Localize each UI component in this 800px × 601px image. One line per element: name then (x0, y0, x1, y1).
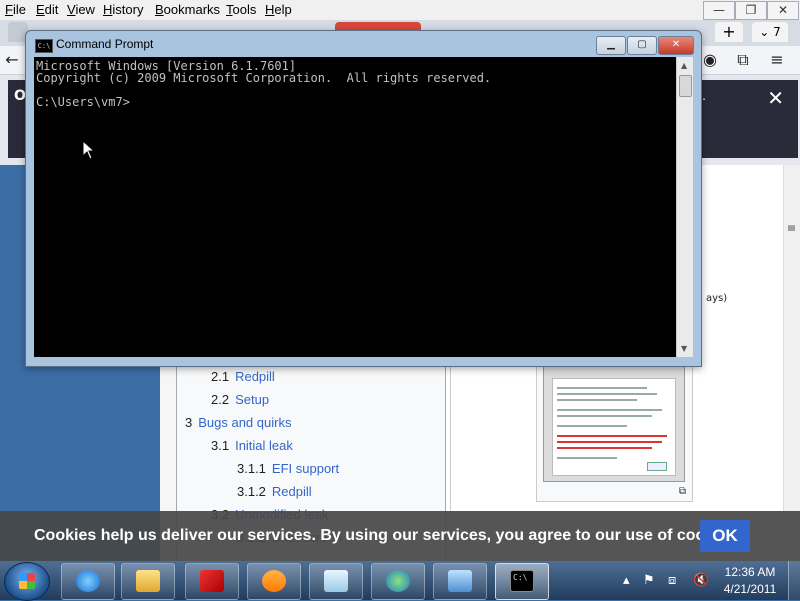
toc-number: 3.1.1 (237, 461, 266, 476)
maximize-icon: ▢ (637, 39, 647, 50)
toc-number: 3 (185, 415, 193, 430)
toc-item[interactable]: 3.1.1 EFI support (237, 461, 339, 476)
cookie-message: Cookies help us deliver our services. By… (34, 527, 741, 544)
scroll-thumb-icon[interactable]: ▤ (787, 223, 796, 233)
menu-bar: File Edit View History Bookmarks Tools H… (0, 0, 800, 21)
back-icon[interactable]: ← (2, 50, 22, 70)
volume-muted-icon[interactable]: 🔇 (693, 573, 709, 588)
figure-image[interactable] (543, 357, 685, 482)
clock-time[interactable]: 12:36 AM (720, 565, 780, 579)
console-scrollbar[interactable]: ▲ ▼ (676, 57, 693, 357)
toc-link[interactable]: Redpill (235, 369, 275, 384)
taskbar-notepad[interactable] (309, 563, 363, 600)
new-tab-button[interactable]: + (715, 22, 743, 42)
folder-icon (136, 570, 160, 592)
tray-expand-icon[interactable]: ▴ (623, 573, 630, 588)
media-app-icon (200, 570, 224, 592)
flag-icon[interactable]: ⚑ (643, 573, 655, 588)
media-player-icon (262, 570, 286, 592)
taskbar-file-explorer[interactable] (121, 563, 175, 600)
console-prompt: C:\Users\vm7> (36, 95, 130, 109)
taskbar-media-player[interactable] (247, 563, 301, 600)
menu-bookmarks[interactable]: Bookmarks (155, 2, 220, 17)
figure-ok-button (647, 462, 667, 471)
minimize-icon[interactable]: — (703, 1, 735, 20)
tab-count-button[interactable]: ⌄ 7 (752, 22, 788, 42)
cmd-app-icon[interactable]: C:\ (35, 39, 53, 53)
toc-item[interactable]: 3 Bugs and quirks (185, 415, 291, 430)
toc-link[interactable]: Redpill (272, 484, 312, 499)
taskbar-network[interactable] (371, 563, 425, 600)
toc-number: 3.1 (211, 438, 230, 453)
cmd-maximize-button[interactable]: ▢ (627, 36, 657, 55)
windows-logo-icon (19, 573, 35, 589)
screenshot-figure: ⧉ (536, 350, 693, 502)
close-icon[interactable]: ✕ (767, 1, 799, 20)
chevron-down-icon: ⌄ (759, 25, 770, 39)
menu-view[interactable]: View (67, 2, 95, 17)
toc-link[interactable]: Setup (235, 392, 269, 407)
cookie-ok-button[interactable]: OK (700, 520, 750, 552)
toc-number: 2.2 (211, 392, 230, 407)
scroll-thumb[interactable] (679, 75, 692, 97)
toc-link[interactable]: Initial leak (235, 438, 293, 453)
toc-number: 3.1.2 (237, 484, 266, 499)
notification-close-icon[interactable]: ✕ (767, 86, 784, 110)
globe-icon (386, 570, 410, 592)
figure-dialog-image (552, 378, 676, 476)
scroll-down-icon[interactable]: ▼ (681, 344, 687, 353)
internet-explorer-icon (76, 570, 100, 592)
toc-link[interactable]: EFI support (272, 461, 339, 476)
restore-icon[interactable]: ❐ (735, 1, 767, 20)
toc-item[interactable]: 3.1.2 Redpill (237, 484, 312, 499)
taskbar-internet-explorer[interactable] (61, 563, 115, 600)
command-prompt-window[interactable]: C:\ Command Prompt ▁ ▢ ✕ Microsoft Windo… (25, 30, 702, 367)
menu-file[interactable]: File (5, 2, 26, 17)
taskbar-command-prompt[interactable]: C:\ (495, 563, 549, 600)
cookie-banner: Cookies help us deliver our services. By… (0, 511, 800, 561)
window-title: Command Prompt (56, 37, 154, 51)
cmd-minimize-button[interactable]: ▁ (596, 36, 626, 55)
account-icon[interactable]: ◉ (700, 50, 720, 70)
taskbar-media-app[interactable] (185, 563, 239, 600)
extensions-icon[interactable]: ⧉ (733, 50, 753, 70)
start-button[interactable] (4, 562, 50, 601)
menu-icon[interactable]: ≡ (767, 50, 787, 70)
page-scrollbar[interactable]: ▤ (783, 165, 800, 561)
console-line: Copyright (c) 2009 Microsoft Corporation… (36, 71, 492, 85)
close-icon: ✕ (671, 39, 681, 50)
scroll-up-icon[interactable]: ▲ (681, 61, 687, 70)
clock-date[interactable]: 4/21/2011 (718, 582, 782, 596)
toc-number: 2.1 (211, 369, 230, 384)
console-output[interactable]: Microsoft Windows [Version 6.1.7601] Cop… (34, 57, 676, 357)
toc-link[interactable]: Bugs and quirks (198, 415, 291, 430)
tab-count: 7 (773, 25, 781, 39)
taskbar: C:\ ▴ ⚑ ⧈ 🔇 12:36 AM 4/21/2011 (0, 561, 800, 601)
enlarge-icon[interactable]: ⧉ (679, 486, 686, 497)
mouse-cursor-icon (82, 140, 96, 160)
toc-item[interactable]: 3.1 Initial leak (211, 438, 293, 453)
menu-tools[interactable]: Tools (226, 2, 256, 17)
command-prompt-icon: C:\ (510, 570, 534, 592)
text-fragment: ays) (706, 293, 728, 304)
notepad-icon (324, 570, 348, 592)
taskbar-control-panel[interactable] (433, 563, 487, 600)
minimize-icon: ▁ (607, 39, 615, 50)
toc-item[interactable]: 2.2 Setup (211, 392, 269, 407)
control-panel-icon (448, 570, 472, 592)
toc-item[interactable]: 2.1 Redpill (211, 369, 275, 384)
menu-history[interactable]: History (103, 2, 143, 17)
cmd-close-button[interactable]: ✕ (658, 36, 694, 55)
network-icon[interactable]: ⧈ (668, 573, 676, 588)
menu-help[interactable]: Help (265, 2, 292, 17)
menu-edit[interactable]: Edit (36, 2, 58, 17)
show-desktop-button[interactable] (788, 561, 800, 600)
